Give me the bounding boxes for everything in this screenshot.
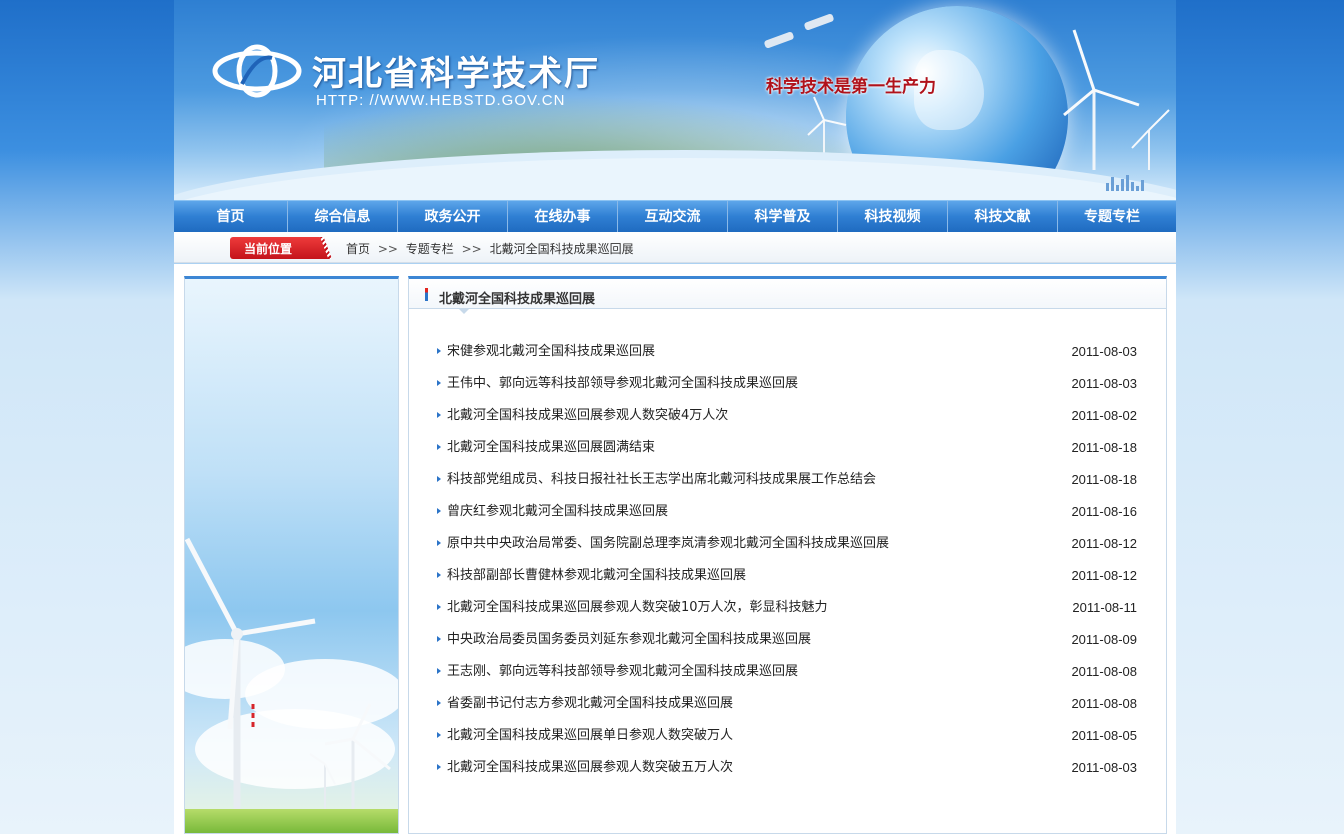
- article-date: 2011-08-11: [1072, 600, 1137, 615]
- bullet-icon: [437, 540, 441, 546]
- bullet-icon: [437, 604, 441, 610]
- nav-item-general-info[interactable]: 综合信息: [288, 201, 398, 233]
- page-wrapper: 河北省科学技术厅 HTTP: //WWW.HEBSTD.GOV.CN 科学技术是…: [174, 0, 1176, 834]
- article-link[interactable]: 北戴河全国科技成果巡回展圆满结束: [447, 437, 655, 459]
- bullet-icon: [437, 732, 441, 738]
- article-panel: 北戴河全国科技成果巡回展 宋健参观北戴河全国科技成果巡回展 2011-08-03 王…: [408, 276, 1167, 834]
- bullet-icon: [437, 476, 441, 482]
- article-date: 2011-08-03: [1071, 760, 1137, 775]
- panel-header: 北戴河全国科技成果巡回展: [409, 279, 1166, 314]
- article-date: 2011-08-12: [1071, 536, 1137, 551]
- nav-item-online-services[interactable]: 在线办事: [508, 201, 618, 233]
- bullet-icon: [437, 764, 441, 770]
- article-link[interactable]: 科技部党组成员、科技日报社社长王志学出席北戴河科技成果展工作总结会: [447, 469, 876, 491]
- grass: [185, 809, 398, 833]
- list-item: 北戴河全国科技成果巡回展单日参观人数突破万人 2011-08-05: [437, 725, 1137, 757]
- article-link[interactable]: 北戴河全国科技成果巡回展单日参观人数突破万人: [447, 725, 733, 747]
- article-date: 2011-08-18: [1071, 440, 1137, 455]
- breadcrumb-trail: 首页 >> 专题专栏 >> 北戴河全国科技成果巡回展: [346, 240, 634, 257]
- breadcrumb-separator: >>: [377, 242, 398, 256]
- article-link[interactable]: 曾庆红参观北戴河全国科技成果巡回展: [447, 501, 668, 523]
- article-list: 宋健参观北戴河全国科技成果巡回展 2011-08-03 王伟中、郭向远等科技部领导参…: [437, 341, 1137, 789]
- hebstd-logo-icon: [212, 44, 302, 98]
- sidebar-wind-image: [184, 276, 399, 834]
- list-item: 科技部党组成员、科技日报社社长王志学出席北戴河科技成果展工作总结会 2011-08…: [437, 469, 1137, 501]
- site-title: 河北省科学技术厅: [312, 54, 600, 94]
- bullet-icon: [437, 380, 441, 386]
- list-item: 北戴河全国科技成果巡回展圆满结束 2011-08-18: [437, 437, 1137, 469]
- article-link[interactable]: 王伟中、郭向远等科技部领导参观北戴河全国科技成果巡回展: [447, 373, 798, 395]
- slogan: 科学技术是第一生产力: [766, 77, 936, 97]
- article-link[interactable]: 王志刚、郭向远等科技部领导参观北戴河全国科技成果巡回展: [447, 661, 798, 683]
- article-link[interactable]: 原中共中央政治局常委、国务院副总理李岚清参观北戴河全国科技成果巡回展: [447, 533, 889, 555]
- bullet-icon: [437, 572, 441, 578]
- list-item: 北戴河全国科技成果巡回展参观人数突破10万人次，彰显科技魅力 2011-08-11: [437, 597, 1137, 629]
- article-link[interactable]: 省委副书记付志方参观北戴河全国科技成果巡回展: [447, 693, 733, 715]
- article-date: 2011-08-16: [1071, 504, 1137, 519]
- article-date: 2011-08-08: [1071, 696, 1137, 711]
- nav-item-government-affairs[interactable]: 政务公开: [398, 201, 508, 233]
- list-item: 科技部副部长曹健林参观北戴河全国科技成果巡回展 2011-08-12: [437, 565, 1137, 597]
- article-date: 2011-08-18: [1071, 472, 1137, 487]
- nav-item-tech-literature[interactable]: 科技文献: [948, 201, 1058, 233]
- list-item: 宋健参观北戴河全国科技成果巡回展 2011-08-03: [437, 341, 1137, 373]
- article-date: 2011-08-05: [1071, 728, 1137, 743]
- article-date: 2011-08-08: [1071, 664, 1137, 679]
- list-item: 中央政治局委员国务委员刘延东参观北戴河全国科技成果巡回展 2011-08-09: [437, 629, 1137, 661]
- breadcrumb-current: 北戴河全国科技成果巡回展: [489, 242, 634, 256]
- bullet-icon: [437, 348, 441, 354]
- list-item: 省委副书记付志方参观北戴河全国科技成果巡回展 2011-08-08: [437, 693, 1137, 725]
- article-date: 2011-08-02: [1071, 408, 1137, 423]
- article-link[interactable]: 北戴河全国科技成果巡回展参观人数突破4万人次: [447, 405, 728, 427]
- bullet-icon: [437, 444, 441, 450]
- nav-item-home[interactable]: 首页: [174, 201, 288, 233]
- article-link[interactable]: 科技部副部长曹健林参观北戴河全国科技成果巡回展: [447, 565, 746, 587]
- bullet-icon: [437, 508, 441, 514]
- list-item: 北戴河全国科技成果巡回展参观人数突破五万人次 2011-08-03: [437, 757, 1137, 789]
- wind-turbine-icon: [185, 537, 391, 829]
- header-notch: [458, 308, 470, 314]
- article-link[interactable]: 北戴河全国科技成果巡回展参观人数突破10万人次，彰显科技魅力: [447, 597, 828, 619]
- bullet-icon: [437, 700, 441, 706]
- breadcrumb-home-link[interactable]: 首页: [346, 242, 370, 256]
- list-item: 王志刚、郭向远等科技部领导参观北戴河全国科技成果巡回展 2011-08-08: [437, 661, 1137, 693]
- article-date: 2011-08-12: [1071, 568, 1137, 583]
- wind-turbine-icon: [1063, 29, 1170, 170]
- bullet-icon: [437, 636, 441, 642]
- article-link[interactable]: 北戴河全国科技成果巡回展参观人数突破五万人次: [447, 757, 733, 779]
- nav-item-interaction[interactable]: 互动交流: [618, 201, 728, 233]
- location-badge-label: 当前位置: [244, 242, 293, 256]
- article-link[interactable]: 宋健参观北戴河全国科技成果巡回展: [447, 341, 655, 363]
- breadcrumb-separator: >>: [461, 242, 482, 256]
- nav-item-tech-video[interactable]: 科技视频: [838, 201, 948, 233]
- list-item: 王伟中、郭向远等科技部领导参观北戴河全国科技成果巡回展 2011-08-03: [437, 373, 1137, 405]
- main-nav: 首页 综合信息 政务公开 在线办事 互动交流 科学普及 科技视频 科技文献 专题…: [174, 200, 1176, 233]
- list-item: 曾庆红参观北戴河全国科技成果巡回展 2011-08-16: [437, 501, 1137, 533]
- bullet-icon: [437, 668, 441, 674]
- equalizer-icon: [1106, 172, 1148, 191]
- site-url: HTTP: //WWW.HEBSTD.GOV.CN: [316, 92, 566, 109]
- list-item: 原中共中央政治局常委、国务院副总理李岚清参观北戴河全国科技成果巡回展 2011-0…: [437, 533, 1137, 565]
- list-item: 北戴河全国科技成果巡回展参观人数突破4万人次 2011-08-02: [437, 405, 1137, 437]
- nav-item-special-topics[interactable]: 专题专栏: [1058, 201, 1166, 233]
- article-date: 2011-08-03: [1071, 344, 1137, 359]
- bullet-icon: [437, 412, 441, 418]
- breadcrumb-section-link[interactable]: 专题专栏: [406, 242, 454, 256]
- nav-item-science-popularization[interactable]: 科学普及: [728, 201, 838, 233]
- breadcrumb: 当前位置 首页 >> 专题专栏 >> 北戴河全国科技成果巡回展: [174, 232, 1176, 263]
- article-date: 2011-08-03: [1071, 376, 1137, 391]
- header-banner: 河北省科学技术厅 HTTP: //WWW.HEBSTD.GOV.CN 科学技术是…: [174, 0, 1176, 200]
- panel-title: 北戴河全国科技成果巡回展: [439, 292, 596, 307]
- article-date: 2011-08-09: [1071, 632, 1137, 647]
- header-marker-icon: [425, 288, 428, 301]
- article-link[interactable]: 中央政治局委员国务委员刘延东参观北戴河全国科技成果巡回展: [447, 629, 811, 651]
